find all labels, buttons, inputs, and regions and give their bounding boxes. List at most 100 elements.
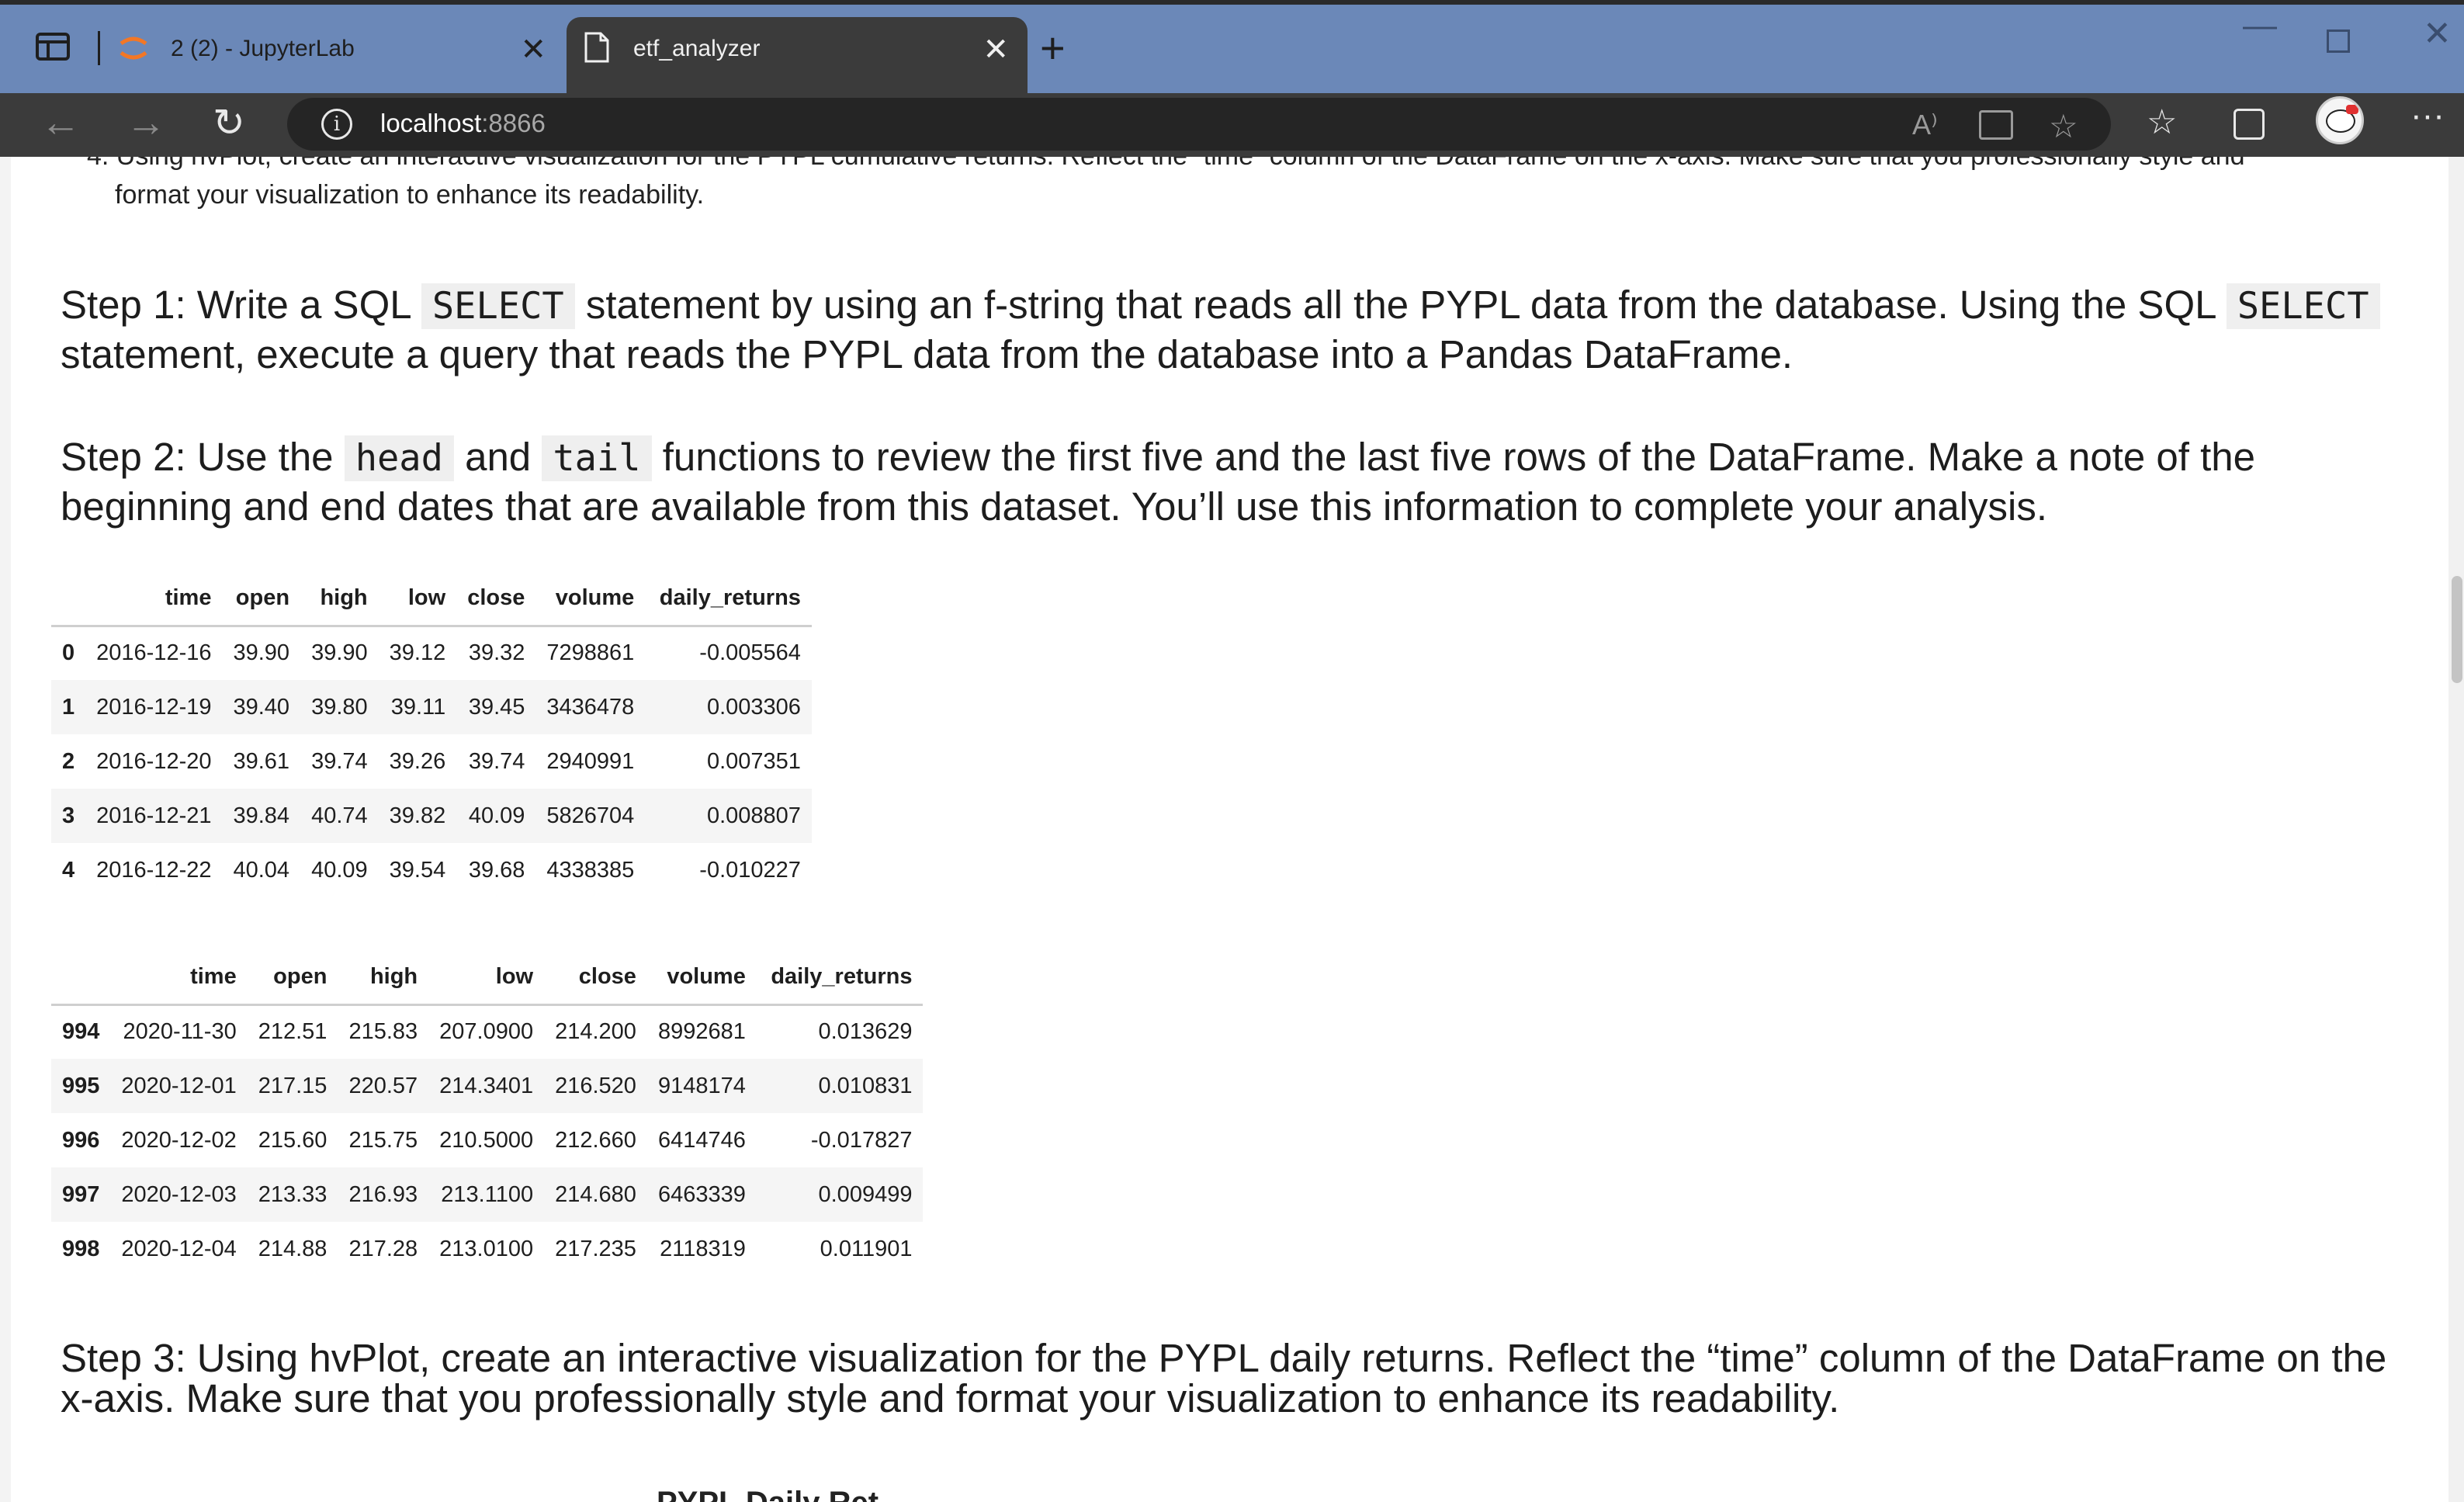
browser-tab-bar: 2 (2) - JupyterLab ✕ etf_analyzer ✕ + — …	[0, 0, 2464, 93]
table-cell: 39.26	[389, 748, 446, 774]
table-row: 3 2016-12-21 39.84 40.74 39.82 40.09 582…	[51, 789, 812, 843]
table-cell: 7298861	[546, 640, 635, 666]
head-dataframe-table: time open high low close volume daily_re…	[51, 571, 812, 897]
forward-arrow-icon[interactable]: →	[126, 99, 166, 146]
table-cell: 2016-12-20	[96, 748, 212, 774]
table-cell: 4338385	[546, 857, 635, 883]
table-cell: 39.54	[389, 857, 446, 883]
table-header-row: time open high low close volume daily_re…	[51, 571, 812, 626]
scrollbar-thumb[interactable]	[2452, 576, 2462, 683]
table-cell: 220.57	[348, 1073, 418, 1098]
table-cell: 40.09	[311, 857, 368, 883]
table-row: 0 2016-12-16 39.90 39.90 39.12 39.32 729…	[51, 626, 812, 680]
table-cell: 214.200	[555, 1019, 636, 1045]
table-cell: 39.11	[390, 694, 446, 720]
avatar[interactable]	[2316, 96, 2364, 144]
table-cell: 39.40	[233, 694, 290, 720]
close-icon[interactable]: ✕	[982, 28, 1009, 71]
row-index: 2	[62, 748, 75, 774]
table-cell: 216.520	[555, 1073, 636, 1098]
minimize-icon[interactable]: —	[2243, 6, 2277, 45]
table-cell: 39.45	[468, 694, 525, 720]
page-content: 4. Using hvPlot, create an interactive v…	[0, 157, 2464, 1502]
table-cell: -0.017827	[810, 1127, 913, 1153]
table-cell: 213.1100	[441, 1181, 534, 1207]
back-arrow-icon[interactable]: ←	[40, 99, 81, 146]
code-tail: tail	[542, 435, 652, 481]
table-cell: 0.010831	[818, 1073, 913, 1098]
favorites-icon[interactable]: ☆	[2147, 102, 2177, 142]
column-header: daily_returns	[771, 963, 913, 989]
table-cell: 39.82	[389, 803, 446, 828]
table-cell: 215.60	[258, 1127, 327, 1153]
url-text[interactable]: localhost:8866	[380, 109, 546, 138]
table-row: 998 2020-12-04 214.88 217.28 213.0100 21…	[51, 1222, 924, 1276]
tab-jupyterlab[interactable]: 2 (2) - JupyterLab ✕	[109, 17, 559, 93]
reload-icon[interactable]: ↻	[213, 99, 245, 146]
table-row: 994 2020-11-30 212.51 215.83 207.0900 21…	[51, 1004, 924, 1059]
table-cell: 217.28	[348, 1236, 418, 1261]
new-tab-icon[interactable]: +	[1040, 23, 1066, 73]
table-cell: 3436478	[546, 694, 635, 720]
row-index: 995	[62, 1073, 100, 1098]
column-header: volume	[555, 584, 635, 610]
table-cell: 0.007351	[706, 748, 801, 774]
close-icon[interactable]: ✕	[520, 28, 546, 71]
browser-toolbar: ← → ↻ i localhost:8866 A⁾ ☆ ☆ ···	[0, 93, 2464, 157]
table-cell: 40.09	[468, 803, 525, 828]
code-select: SELECT	[2226, 283, 2380, 329]
close-window-icon[interactable]: ✕	[2423, 14, 2452, 54]
table-cell: -0.005564	[699, 640, 801, 666]
table-cell: 2016-12-16	[96, 640, 212, 666]
more-icon[interactable]: ···	[2410, 96, 2445, 135]
table-cell: 217.15	[258, 1073, 327, 1098]
maximize-icon[interactable]	[2327, 29, 2350, 53]
table-cell: 212.51	[258, 1019, 327, 1045]
table-cell: 2118319	[660, 1236, 746, 1261]
row-index: 996	[62, 1127, 100, 1153]
table-cell: -0.010227	[699, 857, 801, 883]
info-icon[interactable]: i	[321, 109, 352, 140]
top-strip	[0, 0, 2464, 5]
table-cell: 39.90	[311, 640, 368, 666]
table-cell: 212.660	[555, 1127, 636, 1153]
step2-heading: Step 2: Use the head and tail functions …	[61, 435, 2256, 529]
tab-etf-analyzer[interactable]: etf_analyzer ✕	[567, 17, 1028, 93]
tab-title: 2 (2) - JupyterLab	[171, 36, 355, 61]
index-header	[51, 950, 110, 1004]
address-bar[interactable]: i localhost:8866 A⁾ ☆	[287, 98, 2111, 151]
row-index: 0	[62, 640, 75, 666]
table-cell: 216.93	[348, 1181, 418, 1207]
table-cell: 40.04	[233, 857, 290, 883]
row-index: 997	[62, 1181, 100, 1207]
collections-icon[interactable]	[2234, 109, 2265, 140]
table-cell: 5826704	[546, 803, 635, 828]
scrollbar[interactable]	[2448, 157, 2464, 1502]
row-index: 994	[62, 1019, 100, 1045]
table-cell: 215.83	[348, 1019, 418, 1045]
document-icon	[584, 32, 609, 63]
jupyter-icon	[120, 36, 147, 60]
read-aloud-icon[interactable]: A⁾	[1912, 109, 1938, 141]
column-header: high	[369, 963, 418, 989]
row-index: 998	[62, 1236, 100, 1261]
table-row: 997 2020-12-03 213.33 216.93 213.1100 21…	[51, 1167, 924, 1222]
tab-separator	[98, 31, 100, 65]
column-header: low	[407, 584, 446, 610]
column-header: time	[190, 963, 237, 989]
table-row: 995 2020-12-01 217.15 220.57 214.3401 21…	[51, 1059, 924, 1113]
tab-title: etf_analyzer	[633, 36, 761, 61]
table-cell: 214.3401	[439, 1073, 534, 1098]
table-cell: 39.74	[468, 748, 525, 774]
table-header-row: time open high low close volume daily_re…	[51, 950, 924, 1004]
column-header: daily_returns	[659, 584, 801, 610]
table-cell: 210.5000	[439, 1127, 534, 1153]
list-item-continuation: format your visualization to enhance its…	[115, 180, 705, 210]
row-index: 4	[62, 857, 75, 883]
add-favorite-icon[interactable]: ☆	[2049, 107, 2078, 145]
index-header	[51, 571, 85, 626]
tab-actions-icon[interactable]	[36, 33, 70, 61]
table-cell: 2020-12-02	[121, 1127, 237, 1153]
immersive-reader-icon[interactable]	[1979, 110, 2013, 140]
table-cell: 2016-12-22	[96, 857, 212, 883]
